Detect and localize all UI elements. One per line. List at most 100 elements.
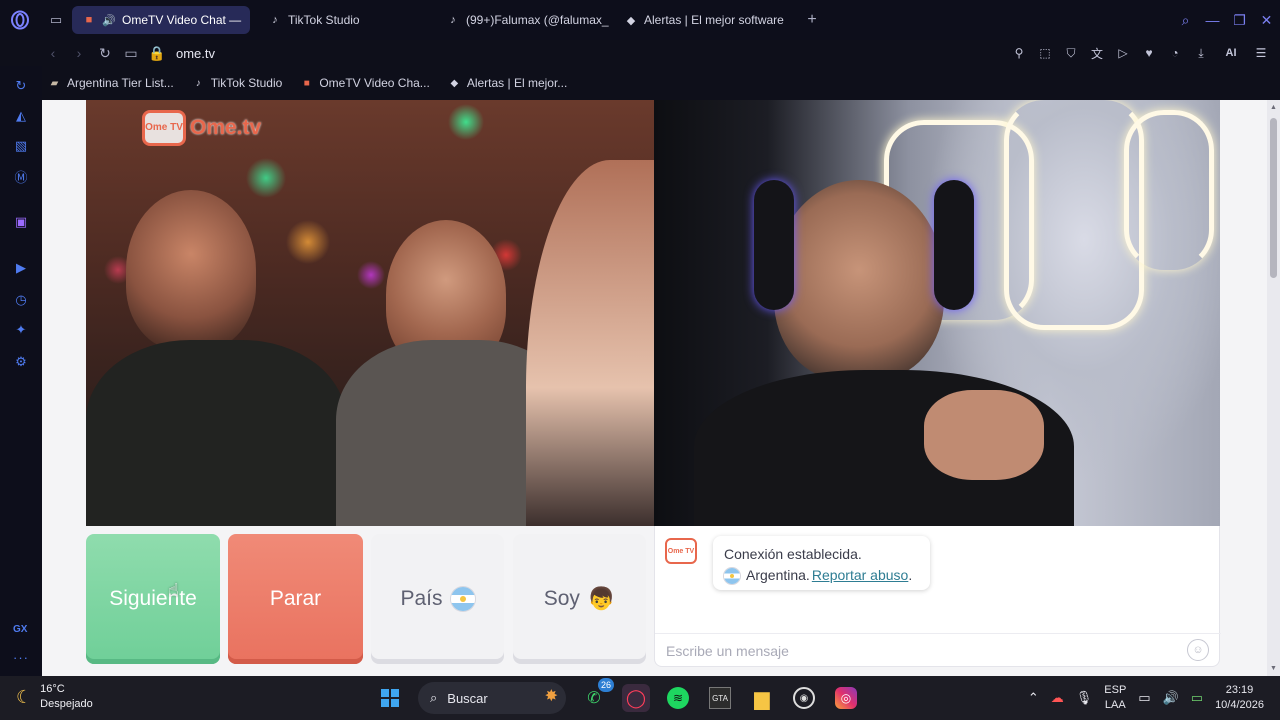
bookmark-alertas[interactable]: ◆ Alertas | El mejor... — [448, 76, 567, 90]
sidebar-more-button[interactable]: ··· — [13, 650, 29, 665]
start-button[interactable] — [376, 684, 404, 712]
speed-dial-icon: ↻ — [15, 78, 27, 93]
tab-label: OmeTV Video Chat — — [122, 13, 242, 27]
tab-tiktok-studio[interactable]: ♪ TikTok Studio — [258, 6, 436, 34]
downloads-button[interactable]: ⤓ — [1190, 42, 1212, 64]
whatsapp-taskbar-button[interactable]: ✆ 26 — [580, 678, 614, 712]
new-tab-button[interactable]: + — [800, 8, 824, 32]
bookmark-label: TikTok Studio — [210, 76, 283, 90]
player-button[interactable]: ▷ — [1112, 42, 1134, 64]
sidebar-item-gx-corner[interactable]: ◭ — [11, 106, 31, 126]
workspaces-button[interactable]: ▭ — [40, 0, 72, 40]
reload-icon: ↻ — [99, 44, 111, 61]
restore-button[interactable]: ❐ — [1226, 0, 1253, 40]
weather-condition: Despejado — [40, 698, 93, 710]
tab-label: Alertas | El mejor software — [644, 13, 784, 27]
mods-icon: ▧ — [14, 138, 28, 153]
address-bar: ‹ › ↻ ▭ 🔒 ome.tv ⚲ ⬚ ⛉ 文 ▷ ♥ ◔ ⤓ AI ☰ — [40, 40, 1280, 66]
emoji-button[interactable]: ☺ — [1187, 639, 1209, 661]
sidebar-item-twitch[interactable]: ▣ — [11, 212, 31, 232]
country-selector-button[interactable]: País — [371, 534, 504, 664]
back-button[interactable]: ‹ — [40, 40, 66, 66]
tab-falumax[interactable]: ♪ (99+)Falumax (@falumax_ — [436, 6, 614, 34]
input-language-switch[interactable]: ESP LAA — [1104, 683, 1126, 713]
file-explorer-taskbar-button[interactable]: ▆ — [748, 684, 776, 712]
tab-ometv[interactable]: ■ 🔊 OmeTV Video Chat — — [72, 6, 250, 34]
snapshot-button[interactable]: ⬚ — [1034, 42, 1056, 64]
sidebar-item-settings[interactable]: ⚙ — [11, 352, 31, 372]
neon-light-decoration — [1004, 100, 1144, 330]
bookmark-argentina-tier-list[interactable]: ▰ Argentina Tier List... — [48, 76, 174, 90]
aria-ai-button[interactable]: AI — [1216, 42, 1246, 64]
bookmark-folder-icon: ▰ — [50, 77, 59, 89]
close-window-button[interactable]: ✕ — [1253, 0, 1280, 40]
network-icon[interactable]: ▭ — [1138, 690, 1150, 706]
weather-widget[interactable]: ☾ 16°C Despejado — [16, 682, 93, 712]
microphone-icon[interactable]: 🎙 — [1076, 690, 1093, 706]
tab-alertas[interactable]: ◆ Alertas | El mejor software — [614, 6, 794, 34]
video-person — [86, 340, 346, 526]
opera-menu-button[interactable] — [0, 0, 40, 40]
sidebar-item-mods[interactable]: ▧ — [11, 136, 31, 156]
taskbar-clock[interactable]: 23:19 10/4/2026 — [1215, 683, 1264, 713]
adblock-button[interactable]: ⛉ — [1060, 42, 1082, 64]
scrollbar-thumb[interactable] — [1270, 118, 1277, 278]
stop-button[interactable]: Parar — [228, 534, 363, 664]
spotify-taskbar-button[interactable]: ≋ — [664, 684, 692, 712]
translate-button[interactable]: 文 — [1086, 42, 1108, 64]
download-icon: ⤓ — [1198, 45, 1204, 60]
next-button[interactable]: Siguiente — [86, 534, 220, 664]
instagram-taskbar-button[interactable]: ◎ — [832, 684, 860, 712]
url-field[interactable]: ome.tv — [176, 46, 215, 61]
chat-message-input[interactable]: Escribe un mensaje — [655, 633, 1221, 667]
app-tray-icon[interactable]: ☁ — [1051, 690, 1064, 706]
page-scrollbar[interactable]: ▲ ▼ — [1267, 100, 1280, 676]
opera-gx-taskbar-button[interactable]: ◯ — [622, 684, 650, 712]
ometv-logo: Ome TV Ome.tv — [142, 110, 261, 146]
bookmark-label: Argentina Tier List... — [67, 76, 174, 90]
sidebar-item-speed-dial[interactable]: ↻ — [11, 76, 31, 96]
ometv-logo-badge: Ome TV — [142, 110, 186, 146]
reload-button[interactable]: ↻ — [92, 40, 118, 66]
obs-taskbar-button[interactable]: ◉ — [790, 684, 818, 712]
gender-selector-button[interactable]: Soy 👦 — [513, 534, 646, 664]
report-abuse-link[interactable]: Reportar abuso — [812, 567, 909, 583]
bookmarks-bar: ▰ Argentina Tier List... ♪ TikTok Studio… — [40, 70, 1280, 96]
translate-icon: 文 — [1090, 46, 1103, 61]
gta-taskbar-button[interactable]: GTA — [706, 684, 734, 712]
arrow-right-icon: › — [76, 45, 82, 61]
sidebar-item-player[interactable]: ▶ — [11, 258, 31, 278]
site-info-button[interactable]: 🔒 — [144, 40, 170, 66]
profile-button[interactable]: ◔ — [1164, 42, 1186, 64]
easy-setup-button[interactable]: ☰ — [1250, 42, 1272, 64]
taskbar-search[interactable]: ⌕ Buscar ✸ — [418, 682, 566, 714]
tiktok-icon: ♪ — [272, 14, 278, 26]
minimize-button[interactable]: — — [1199, 0, 1226, 40]
forward-button[interactable]: › — [66, 40, 92, 66]
audio-playing-icon[interactable]: 🔊 — [102, 13, 116, 27]
gta-icon: GTA — [709, 687, 731, 709]
scroll-down-arrow-icon[interactable]: ▼ — [1270, 665, 1277, 672]
video-person — [754, 180, 794, 310]
pin-icon: ⚲ — [1014, 46, 1024, 60]
connection-status: Conexión establecida. — [724, 544, 919, 565]
sidebar-item-messenger[interactable]: Ⓜ — [11, 166, 31, 186]
bookmark-label: Alertas | El mejor... — [466, 76, 568, 90]
bookmark-tiktok-studio[interactable]: ♪ TikTok Studio — [192, 76, 283, 90]
video-person — [774, 180, 944, 380]
bookmark-ometv[interactable]: ■ OmeTV Video Cha... — [300, 76, 430, 90]
windows-taskbar: ☾ 16°C Despejado ⌕ Buscar ✸ ✆ 26 ◯ ≋ GTA… — [0, 676, 1280, 720]
search-tabs-button[interactable]: ⌕ — [1172, 0, 1199, 40]
sidebar-item-history[interactable]: ◷ — [11, 290, 31, 310]
scroll-up-arrow-icon[interactable]: ▲ — [1270, 104, 1277, 111]
volume-icon[interactable]: 🔊 — [1163, 690, 1179, 706]
camera-permission-button[interactable]: ▭ — [118, 40, 144, 66]
battery-icon[interactable]: ▭ — [1191, 690, 1203, 706]
stranger-country-row: Argentina. Reportar abuso. — [724, 565, 919, 586]
pin-button[interactable]: ⚲ — [1008, 42, 1030, 64]
favorites-button[interactable]: ♥ — [1138, 42, 1160, 64]
sidebar-gx-control[interactable]: GX — [13, 624, 27, 635]
sidebar-item-extensions[interactable]: ✦ — [11, 320, 31, 340]
shield-icon: ⛉ — [1066, 45, 1076, 60]
show-hidden-icons-button[interactable]: ⌃ — [1028, 690, 1039, 706]
